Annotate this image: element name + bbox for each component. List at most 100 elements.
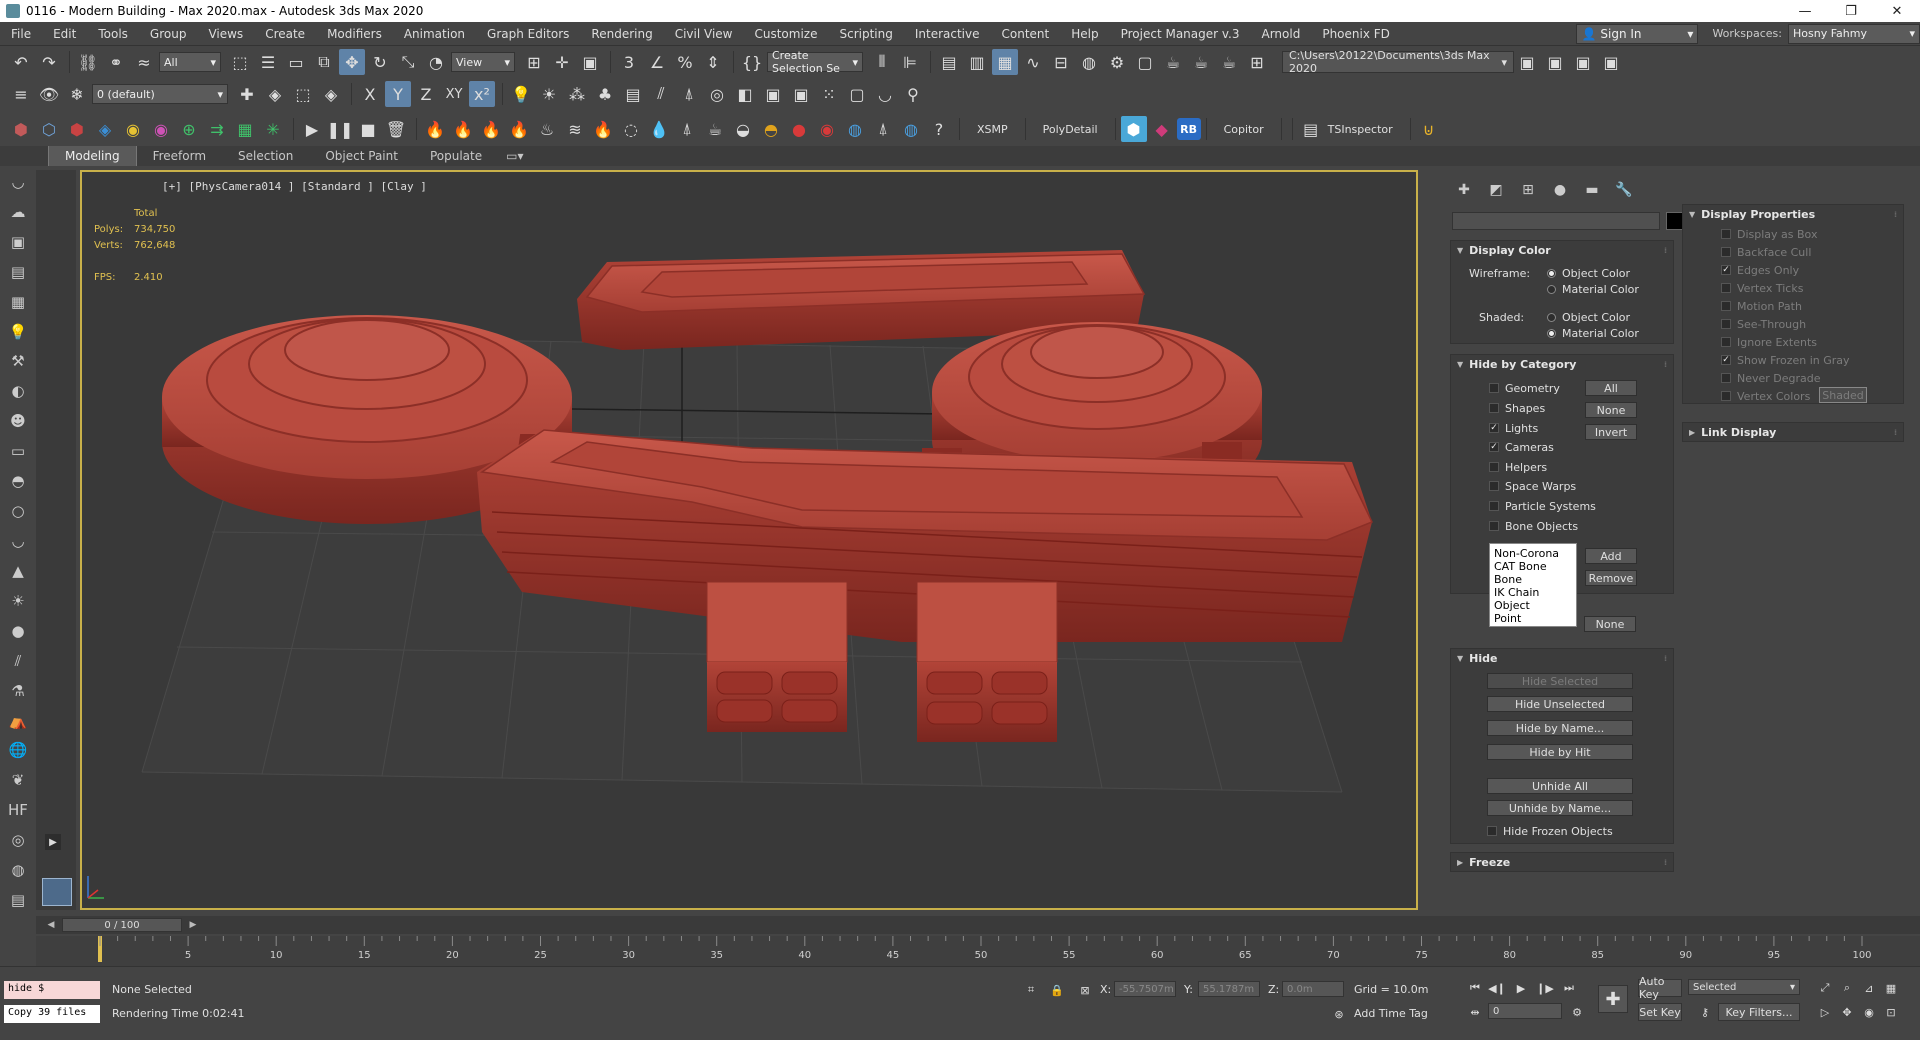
see-through-checkbox[interactable]: See-Through: [1721, 317, 1806, 331]
table-icon[interactable]: ▦: [5, 290, 31, 314]
scene-tools-icon[interactable]: ⚒: [5, 350, 31, 374]
green-burst-icon[interactable]: ✳: [260, 116, 286, 142]
render-iterative-icon[interactable]: ☕: [1188, 49, 1214, 75]
time-slider-handle[interactable]: 0 / 100: [62, 918, 182, 932]
key-mode-dropdown[interactable]: Selected ▾: [1688, 979, 1800, 995]
zoom-extents-icon[interactable]: ⤢: [1816, 979, 1834, 997]
menu-customize[interactable]: Customize: [743, 22, 828, 46]
copitor-button[interactable]: Copitor: [1212, 123, 1276, 136]
category-all-button[interactable]: All: [1585, 380, 1637, 396]
reference-coordinate-dropdown[interactable]: View ▾: [451, 52, 515, 72]
viewport-label[interactable]: [+] [PhysCamera014 ] [Standard ] [Clay ]: [162, 180, 427, 193]
workspace-dropdown[interactable]: Hosny Fahmy ▾: [1788, 23, 1920, 44]
category-invert-button[interactable]: Invert: [1585, 424, 1637, 440]
tab-object-paint[interactable]: Object Paint: [309, 146, 414, 166]
sphere-icon[interactable]: ○: [5, 499, 31, 523]
freeze-header[interactable]: ▶ Freeze ⁞: [1451, 853, 1673, 871]
tab-populate[interactable]: Populate: [414, 146, 498, 166]
render-icon[interactable]: ▣: [5, 230, 31, 254]
project-save-icon[interactable]: ▣: [1570, 49, 1596, 75]
light-lister-icon[interactable]: 💡: [508, 81, 534, 107]
category-remove-button[interactable]: Remove: [1585, 570, 1637, 586]
menu-civil-view[interactable]: Civil View: [664, 22, 744, 46]
teapot-icon[interactable]: ◡: [872, 81, 898, 107]
teapot-create-icon[interactable]: ◡: [5, 170, 31, 194]
set-current-layer-icon[interactable]: ◈: [318, 81, 344, 107]
menu-create[interactable]: Create: [254, 22, 316, 46]
select-move-icon[interactable]: ✥: [339, 49, 365, 75]
project-open-icon[interactable]: ▣: [1542, 49, 1568, 75]
z-coordinate-field[interactable]: 0.0m: [1282, 981, 1344, 997]
hide-lights-checkbox[interactable]: ✓ Lights: [1489, 421, 1538, 435]
bowl-icon[interactable]: ◡: [5, 529, 31, 553]
mirror-icon[interactable]: ⫴: [869, 49, 895, 75]
y-coordinate-field[interactable]: 55.1787m: [1198, 981, 1260, 997]
motion-tab-icon[interactable]: ●: [1544, 178, 1576, 202]
dome-icon[interactable]: ◓: [5, 469, 31, 493]
select-scale-icon[interactable]: ⤡: [395, 49, 421, 75]
hide-geometry-checkbox[interactable]: Geometry: [1489, 381, 1560, 395]
doc-icon[interactable]: ▤: [5, 260, 31, 284]
script-icon[interactable]: ▤: [5, 888, 31, 912]
unhide-all-button[interactable]: Unhide All: [1487, 778, 1633, 794]
capture-tool-icon[interactable]: ▣: [788, 81, 814, 107]
list-item[interactable]: IK Chain Object: [1494, 586, 1572, 612]
menu-scripting[interactable]: Scripting: [828, 22, 903, 46]
tent-icon[interactable]: ⛺: [5, 709, 31, 733]
selection-filter-dropdown[interactable]: All ▾: [159, 52, 221, 72]
list-item[interactable]: Point: [1494, 612, 1572, 625]
sun-icon[interactable]: ☀: [5, 589, 31, 613]
viewport-layout-thumbnail[interactable]: [42, 878, 72, 906]
auto-key-button[interactable]: Auto Key: [1638, 975, 1682, 1001]
green-helper-icon[interactable]: ⊕: [176, 116, 202, 142]
ocean-icon[interactable]: ◓: [758, 116, 784, 142]
add-time-tag[interactable]: Add Time Tag: [1354, 1007, 1428, 1020]
menu-graph-editors[interactable]: Graph Editors: [476, 22, 580, 46]
tab-freeform[interactable]: Freeform: [137, 146, 222, 166]
camera-sim-icon[interactable]: ◉: [814, 116, 840, 142]
field-of-view-icon[interactable]: ⊿: [1860, 979, 1878, 997]
link-icon[interactable]: ⛓: [75, 49, 101, 75]
zoom-region-icon[interactable]: ▦: [1882, 979, 1900, 997]
hide-by-hit-button[interactable]: Hide by Hit: [1487, 744, 1633, 760]
absolute-mode-icon[interactable]: ⊠: [1076, 981, 1094, 999]
hide-shapes-checkbox[interactable]: Shapes: [1489, 401, 1545, 415]
time-configuration-icon[interactable]: ⚙: [1568, 1003, 1586, 1021]
next-key-icon[interactable]: ❙▶: [1536, 979, 1554, 997]
motion-path-checkbox[interactable]: Motion Path: [1721, 299, 1802, 313]
layers-toolbar-icon[interactable]: ≡: [8, 81, 34, 107]
axis-x-button[interactable]: X: [357, 81, 383, 107]
shaded-material-color-radio[interactable]: Material Color: [1547, 327, 1639, 340]
menu-file[interactable]: File: [0, 22, 42, 46]
never-degrade-checkbox[interactable]: Never Degrade: [1721, 371, 1821, 385]
previous-key-icon[interactable]: ◀❙: [1488, 979, 1506, 997]
hide-unselected-button[interactable]: Hide Unselected: [1487, 696, 1633, 712]
wireframe-object-color-radio[interactable]: Object Color: [1547, 267, 1630, 280]
menu-animation[interactable]: Animation: [393, 22, 476, 46]
unhide-by-name-button[interactable]: Unhide by Name...: [1487, 800, 1633, 816]
tab-modeling[interactable]: Modeling: [48, 146, 137, 166]
backface-cull-checkbox[interactable]: Backface Cull: [1721, 245, 1811, 259]
tsinspector-icon[interactable]: ▤: [1298, 116, 1324, 142]
cloud-icon[interactable]: ☁: [5, 200, 31, 224]
frame-tool-icon[interactable]: ▣: [760, 81, 786, 107]
glass-icon[interactable]: ⍋: [674, 116, 700, 142]
fire-source-icon[interactable]: 🔥: [450, 116, 476, 142]
select-rotate-icon[interactable]: ↻: [367, 49, 393, 75]
ear-icon[interactable]: ◐: [5, 379, 31, 403]
window-crossing-icon[interactable]: ⧉: [311, 49, 337, 75]
undo-icon[interactable]: ↶: [8, 49, 34, 75]
zoom-all-icon[interactable]: ⌕: [1838, 979, 1856, 997]
menu-interactive[interactable]: Interactive: [904, 22, 991, 46]
orbit-camera-icon[interactable]: ◉: [1860, 1003, 1878, 1021]
utilities-tab-icon[interactable]: 🔧: [1608, 178, 1640, 202]
hide-header[interactable]: ▼ Hide ⁞: [1451, 649, 1673, 667]
axis-z-button[interactable]: Z: [413, 81, 439, 107]
vertex-colors-checkbox[interactable]: Vertex Colors: [1721, 389, 1810, 403]
maximize-button[interactable]: ❐: [1828, 0, 1874, 22]
bind-space-warp-icon[interactable]: ≈: [131, 49, 157, 75]
menu-content[interactable]: Content: [991, 22, 1061, 46]
u-plugin-icon[interactable]: ⊍: [1416, 116, 1442, 142]
go-to-start-icon[interactable]: ⏮: [1466, 979, 1484, 997]
pink-node-icon[interactable]: ◉: [148, 116, 174, 142]
